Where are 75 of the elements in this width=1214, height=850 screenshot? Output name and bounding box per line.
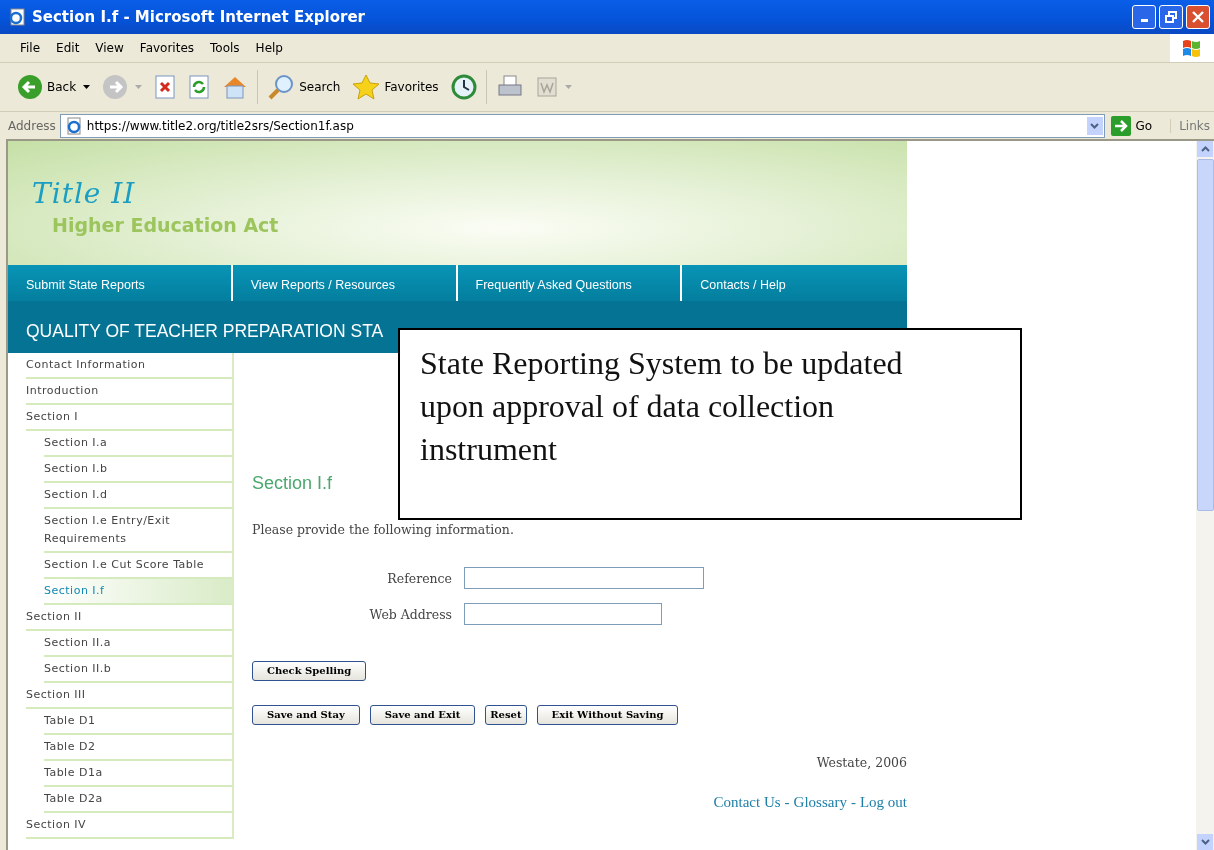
footer-link[interactable]: Glossary [793, 793, 847, 811]
sidebar-link[interactable]: Section I [26, 406, 232, 428]
address-field[interactable]: https://www.title2.org/title2srs/Section1f.asp [59, 113, 1105, 138]
form-button[interactable]: Save and Exit [369, 704, 476, 725]
form-button[interactable]: Reset [485, 704, 527, 725]
sidebar-link[interactable]: Section II [26, 606, 232, 628]
section-heading: Section I.f [252, 473, 334, 494]
links-button[interactable]: Links [1170, 118, 1214, 133]
field-label: Reference [386, 570, 452, 586]
page-icon [64, 116, 83, 135]
form-button[interactable]: Save and Stay [252, 704, 360, 725]
link-separator: - [784, 793, 790, 811]
close-button[interactable] [1186, 5, 1210, 29]
check-spelling-button[interactable]: Check Spelling [252, 660, 367, 681]
copyright-text: Westate, 2006 [815, 754, 907, 770]
sidebar-link[interactable]: Section I.e Entry/Exit Requirements [44, 510, 232, 550]
restore-button[interactable] [1159, 5, 1183, 29]
menu-item[interactable]: Tools [202, 41, 248, 55]
nav-link[interactable]: View Reports / Resources [232, 265, 458, 301]
menu-item[interactable]: Favorites [131, 41, 203, 55]
text-field[interactable] [464, 603, 662, 625]
sidebar-link[interactable]: Table D2 [44, 736, 232, 758]
close-icon [1192, 11, 1204, 23]
notice-box: State Reporting System to be updated upon approval of data collection instrument [398, 328, 1022, 520]
dropdown-button[interactable] [1086, 116, 1103, 135]
sidebar-link[interactable]: Introduction [26, 380, 232, 402]
favorites-button[interactable]: Favorites [349, 72, 442, 102]
chevron-up-icon[interactable] [1200, 146, 1210, 152]
caret-icon [135, 85, 143, 89]
sidebar-link[interactable]: Section II.a [44, 632, 232, 654]
sidebar-link[interactable]: Section I.e Cut Score Table [44, 554, 232, 576]
menu-item[interactable]: View [87, 41, 132, 55]
link-separator: - [850, 793, 856, 811]
window-title: Section I.f - Microsoft Internet Explorer [32, 8, 366, 26]
vertical-scrollbar[interactable] [1196, 141, 1214, 850]
sidebar-link[interactable]: Section I.d [44, 484, 232, 506]
windows-flag-icon [1170, 34, 1214, 62]
caret-icon [564, 85, 572, 89]
sidebar-link[interactable]: Section III [26, 684, 232, 706]
minimize-button[interactable] [1132, 5, 1156, 29]
form-button[interactable]: Exit Without Saving [536, 704, 679, 725]
sidebar-link[interactable]: Table D1 [44, 710, 232, 732]
sidebar-link[interactable]: Section II.b [44, 658, 232, 680]
instruction-text: Please provide the following information. [252, 522, 515, 537]
go-button[interactable]: Go [1108, 115, 1167, 136]
footer-link[interactable]: Log out [859, 793, 907, 811]
sidebar-link[interactable]: Section I.a [44, 432, 232, 454]
text-field[interactable] [464, 567, 704, 589]
caret-icon [83, 85, 91, 89]
back-button[interactable]: Back [14, 72, 94, 102]
menu-item[interactable]: Help [247, 41, 291, 55]
nav-link[interactable]: Frequently Asked Questions [457, 265, 683, 301]
search-button[interactable]: Search [264, 72, 344, 102]
logo-title: Title II [32, 177, 137, 210]
sidebar-link[interactable]: Table D2a [44, 788, 232, 810]
minimize-icon [1140, 19, 1148, 22]
sidebar-link[interactable]: Section IV [26, 814, 232, 836]
sidebar-link[interactable]: Contact Information [26, 354, 232, 376]
menu-item[interactable]: Edit [48, 41, 88, 55]
address-label: Address [8, 118, 56, 133]
chevron-down-icon [1090, 122, 1100, 129]
chevron-down-icon[interactable] [1200, 839, 1210, 845]
star-icon [352, 74, 381, 100]
restore-icon [1165, 11, 1177, 23]
search-icon [267, 74, 296, 100]
menu-item[interactable]: File [12, 41, 49, 55]
nav-link[interactable]: Submit State Reports [8, 265, 233, 301]
document-w-icon [535, 76, 558, 98]
field-label: Web Address [368, 606, 452, 622]
sidebar-link[interactable]: Section I.b [44, 458, 232, 480]
browser-page-icon [8, 8, 26, 26]
system-title: QUALITY OF TEACHER PREPARATION STA [26, 321, 384, 341]
footer-link[interactable]: Contact Us [713, 793, 781, 811]
sidebar-link[interactable]: Table D1a [44, 762, 232, 784]
logo-subtitle: Higher Education Act [52, 214, 280, 236]
